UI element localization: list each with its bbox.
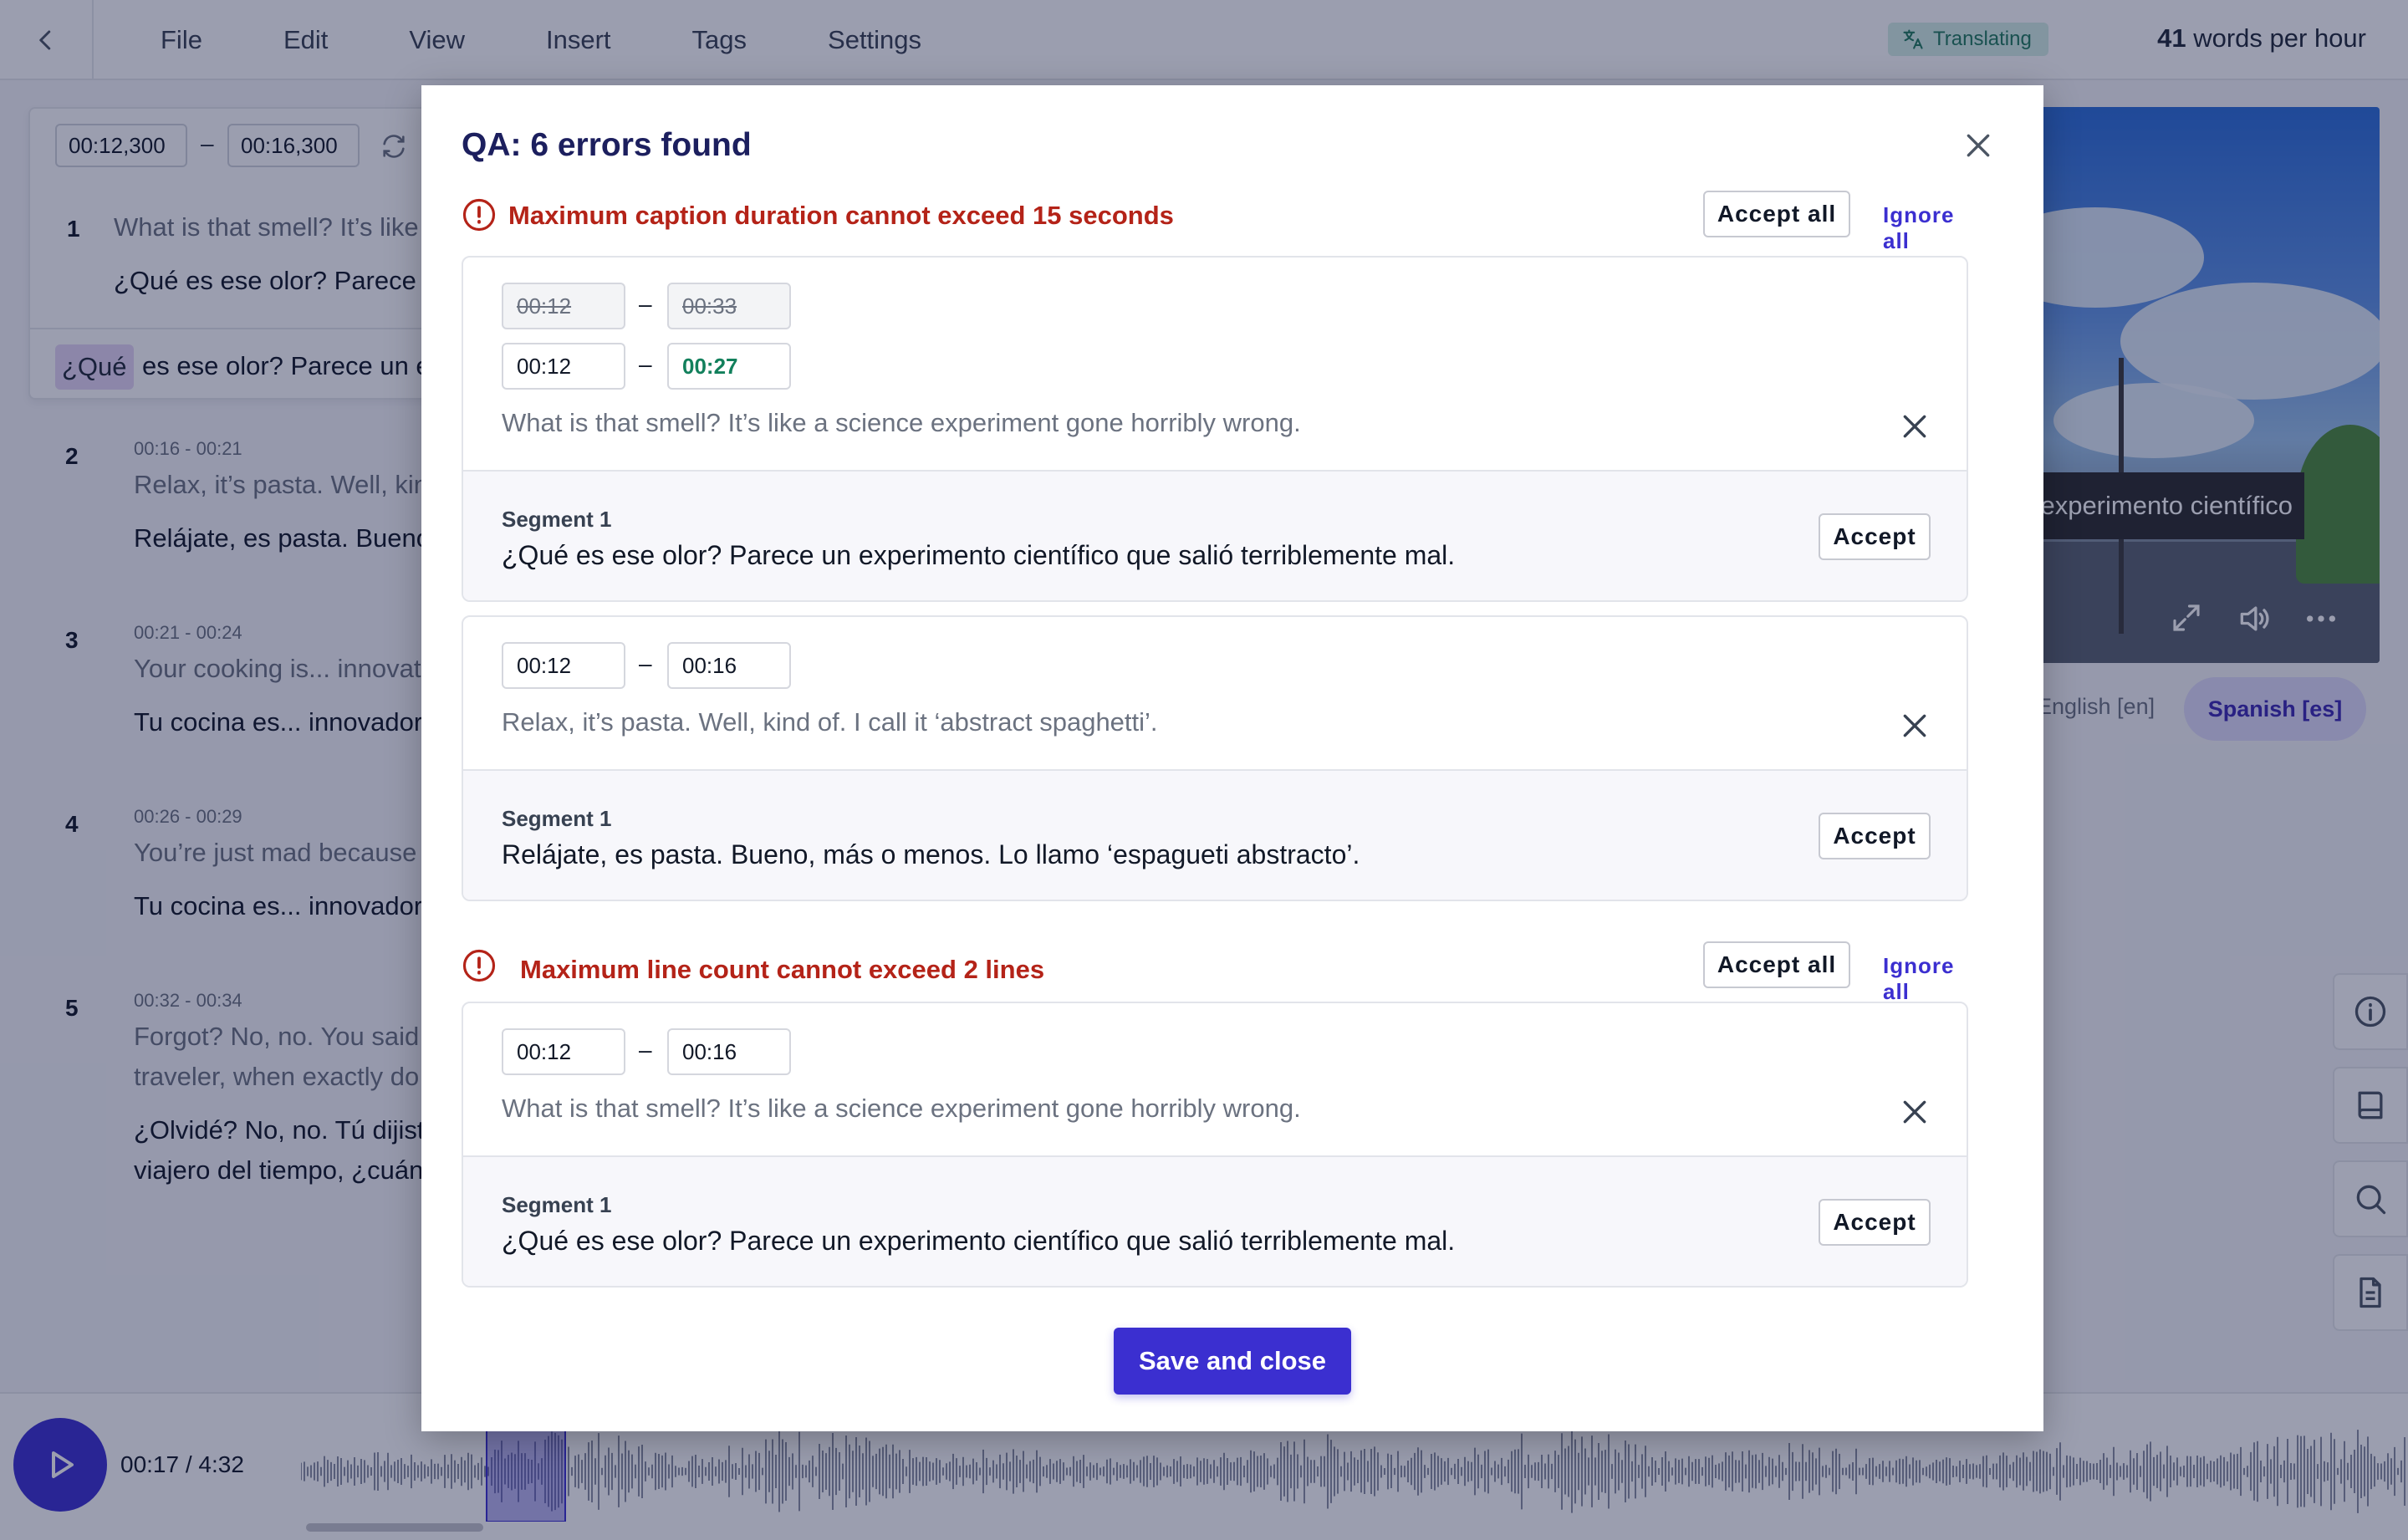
start-time-input[interactable]: 00:12: [502, 642, 625, 689]
error-alert-icon: [462, 949, 496, 982]
source-caption-text: What is that smell? It’s like a science …: [502, 1094, 1301, 1123]
segment-label: Segment 1: [502, 806, 612, 831]
segment-translation: ¿Qué es ese olor? Parece un experimento …: [502, 1226, 1456, 1256]
error-card-source: 00:12 – 00:16 Relax, it’s pasta. Well, k…: [463, 617, 1967, 769]
accept-button[interactable]: Accept: [1819, 513, 1931, 560]
start-time-input[interactable]: 00:12: [502, 1028, 625, 1075]
ignore-all-button[interactable]: Ignore all: [1883, 953, 1967, 1005]
ignore-all-button[interactable]: Ignore all: [1883, 202, 1967, 254]
segment-translation: ¿Qué es ese olor? Parece un experimento …: [502, 540, 1456, 570]
time-dash: –: [639, 1037, 652, 1063]
error-card-source: 00:12 – 00:33 00:12 – 00:27 What is that…: [463, 258, 1967, 470]
dismiss-x-icon[interactable]: [1898, 1095, 1931, 1129]
time-dash: –: [639, 351, 652, 377]
dialog-title: QA: 6 errors found: [462, 127, 752, 163]
accept-all-button[interactable]: Accept all: [1703, 191, 1850, 237]
error-card-source: 00:12 – 00:16 What is that smell? It’s l…: [463, 1003, 1967, 1155]
qa-errors-dialog: QA: 6 errors found Maximum caption durat…: [421, 85, 2043, 1431]
end-time-input[interactable]: 00:16: [667, 642, 791, 689]
error-card-segment: Segment 1 ¿Qué es ese olor? Parece un ex…: [463, 470, 1967, 600]
error-card-segment: Segment 1 ¿Qué es ese olor? Parece un ex…: [463, 1155, 1967, 1286]
error-alert-icon: [462, 198, 496, 232]
dismiss-x-icon[interactable]: [1898, 709, 1931, 742]
original-end-time: 00:33: [667, 283, 791, 329]
source-caption-text: Relax, it’s pasta. Well, kind of. I call…: [502, 707, 1158, 737]
source-caption-text: What is that smell? It’s like a science …: [502, 408, 1301, 437]
time-dash: –: [639, 650, 652, 676]
dismiss-x-icon[interactable]: [1898, 410, 1931, 443]
end-time-input[interactable]: 00:16: [667, 1028, 791, 1075]
error-group-header: Maximum caption duration cannot exceed 1…: [462, 191, 1967, 253]
save-and-close-button[interactable]: Save and close: [1114, 1328, 1351, 1395]
segment-label: Segment 1: [502, 507, 612, 532]
close-icon[interactable]: [1962, 129, 1995, 162]
segment-translation: Relájate, es pasta. Bueno, más o menos. …: [502, 839, 1360, 869]
error-card: 00:12 – 00:16 Relax, it’s pasta. Well, k…: [462, 615, 1968, 901]
time-dash: –: [639, 291, 652, 317]
original-start-time: 00:12: [502, 283, 625, 329]
suggested-end-time[interactable]: 00:27: [667, 343, 791, 390]
suggested-start-time[interactable]: 00:12: [502, 343, 625, 390]
accept-button[interactable]: Accept: [1819, 813, 1931, 859]
error-group-header: Maximum line count cannot exceed 2 lines…: [462, 941, 1967, 1004]
segment-label: Segment 1: [502, 1192, 612, 1217]
error-message: Maximum caption duration cannot exceed 1…: [508, 201, 1174, 230]
error-card: 00:12 – 00:16 What is that smell? It’s l…: [462, 1002, 1968, 1288]
error-card: 00:12 – 00:33 00:12 – 00:27 What is that…: [462, 256, 1968, 602]
accept-button[interactable]: Accept: [1819, 1199, 1931, 1246]
error-message: Maximum line count cannot exceed 2 lines: [520, 955, 1045, 984]
error-card-segment: Segment 1 Relájate, es pasta. Bueno, más…: [463, 769, 1967, 900]
accept-all-button[interactable]: Accept all: [1703, 941, 1850, 988]
